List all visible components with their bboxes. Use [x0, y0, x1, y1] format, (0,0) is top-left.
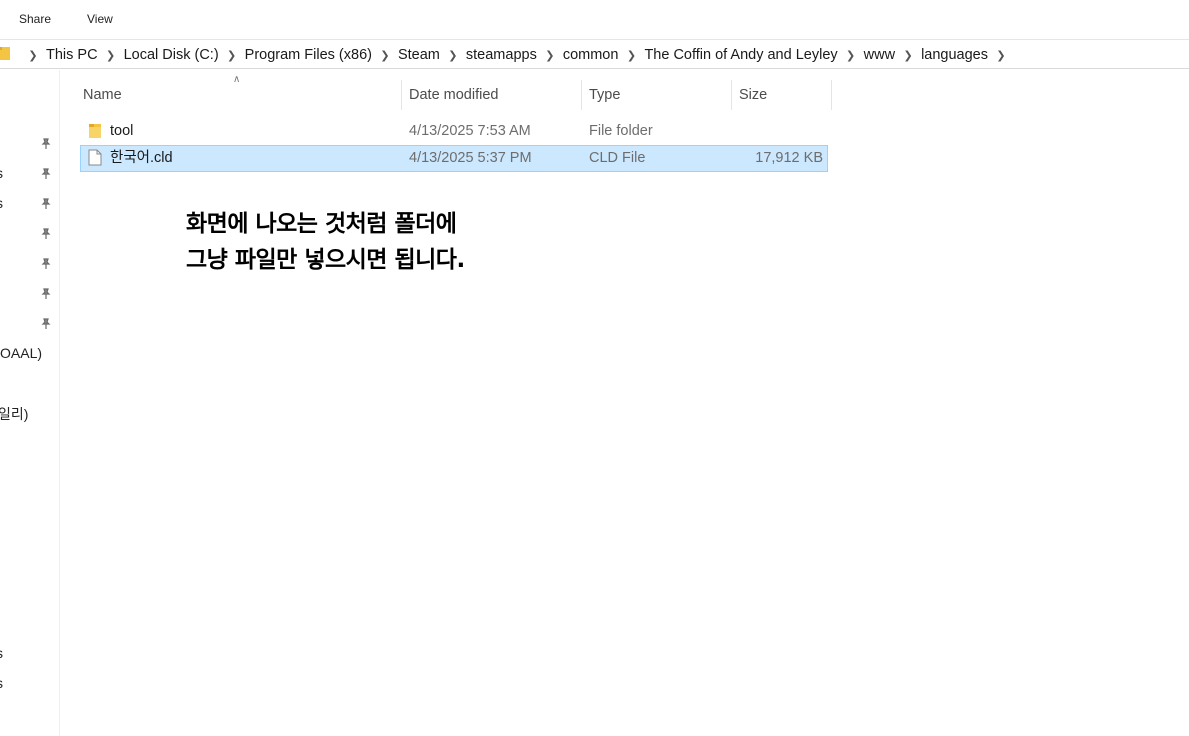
- file-type: File folder: [589, 123, 653, 139]
- navigation-pane[interactable]: s s OAAL) 일리) s s: [0, 70, 60, 736]
- tab-share[interactable]: Share: [19, 12, 51, 26]
- pin-icon[interactable]: [40, 228, 52, 240]
- pin-icon[interactable]: [40, 168, 52, 180]
- folder-icon: [0, 47, 10, 60]
- chevron-right-icon[interactable]: ❯: [620, 49, 642, 62]
- chevron-right-icon[interactable]: ❯: [539, 49, 561, 62]
- folder-icon: [89, 124, 101, 138]
- column-divider[interactable]: [731, 80, 732, 110]
- file-name[interactable]: tool: [110, 119, 133, 144]
- pin-icon[interactable]: [40, 138, 52, 150]
- column-header-size[interactable]: Size: [733, 80, 831, 110]
- breadcrumb-this-pc[interactable]: This PC: [44, 47, 100, 63]
- breadcrumb-steam[interactable]: Steam: [396, 47, 442, 63]
- breadcrumb: ❯ This PC ❯ Local Disk (C:) ❯ Program Fi…: [22, 45, 1012, 65]
- column-header-label: Name: [83, 87, 122, 103]
- pin-icon[interactable]: [40, 258, 52, 270]
- chevron-right-icon[interactable]: ❯: [100, 49, 122, 62]
- ribbon-bar: Share View: [0, 0, 1189, 40]
- nav-item-label[interactable]: s: [0, 675, 3, 691]
- column-divider[interactable]: [401, 80, 402, 110]
- file-size: 17,912 KB: [755, 150, 823, 166]
- file-row-selected[interactable]: 한국어.cld 4/13/2025 5:37 PM CLD File 17,91…: [80, 145, 828, 172]
- chevron-right-icon[interactable]: ❯: [22, 49, 44, 62]
- column-header-label: Type: [589, 87, 621, 103]
- breadcrumb-languages[interactable]: languages: [919, 47, 990, 63]
- pin-icon[interactable]: [40, 318, 52, 330]
- chevron-right-icon[interactable]: ❯: [221, 49, 243, 62]
- column-header-label: Date modified: [409, 87, 499, 103]
- breadcrumb-program-files[interactable]: Program Files (x86): [243, 47, 374, 63]
- column-header-date[interactable]: Date modified: [403, 80, 581, 110]
- breadcrumb-steamapps[interactable]: steamapps: [464, 47, 539, 63]
- breadcrumb-www[interactable]: www: [862, 47, 897, 63]
- annotation-line-1: 화면에 나오는 것처럼 폴더에: [186, 211, 457, 237]
- breadcrumb-local-disk[interactable]: Local Disk (C:): [122, 47, 221, 63]
- chevron-right-icon[interactable]: ❯: [897, 49, 919, 62]
- nav-item-label[interactable]: s: [0, 645, 3, 661]
- column-header-name[interactable]: Name: [77, 80, 401, 110]
- breadcrumb-game[interactable]: The Coffin of Andy and Leyley: [642, 47, 839, 63]
- chevron-right-icon[interactable]: ❯: [840, 49, 862, 62]
- annotation-line-2: 그냥 파일만 넣으시면 됩니다.: [186, 247, 465, 273]
- file-name[interactable]: 한국어.cld: [110, 146, 173, 171]
- chevron-right-icon[interactable]: ❯: [990, 49, 1012, 62]
- chevron-right-icon[interactable]: ❯: [442, 49, 464, 62]
- column-divider[interactable]: [831, 80, 832, 110]
- file-row-tool[interactable]: tool 4/13/2025 7:53 AM File folder: [80, 119, 828, 146]
- column-header-type[interactable]: Type: [583, 80, 731, 110]
- pin-icon[interactable]: [40, 198, 52, 210]
- column-header-label: Size: [739, 87, 768, 103]
- file-date: 4/13/2025 5:37 PM: [409, 150, 532, 166]
- nav-item-label[interactable]: s: [0, 195, 3, 211]
- file-date: 4/13/2025 7:53 AM: [409, 123, 531, 139]
- file-type: CLD File: [589, 150, 646, 166]
- pin-icon[interactable]: [40, 288, 52, 300]
- tab-view[interactable]: View: [87, 12, 113, 26]
- nav-item-label[interactable]: OAAL): [0, 345, 42, 361]
- address-bar[interactable]: ❯ This PC ❯ Local Disk (C:) ❯ Program Fi…: [0, 41, 1189, 69]
- nav-item-label[interactable]: s: [0, 165, 3, 181]
- breadcrumb-common[interactable]: common: [561, 47, 621, 63]
- chevron-right-icon[interactable]: ❯: [374, 49, 396, 62]
- nav-item-label[interactable]: 일리): [0, 404, 28, 424]
- file-icon: [88, 149, 102, 166]
- column-divider[interactable]: [581, 80, 582, 110]
